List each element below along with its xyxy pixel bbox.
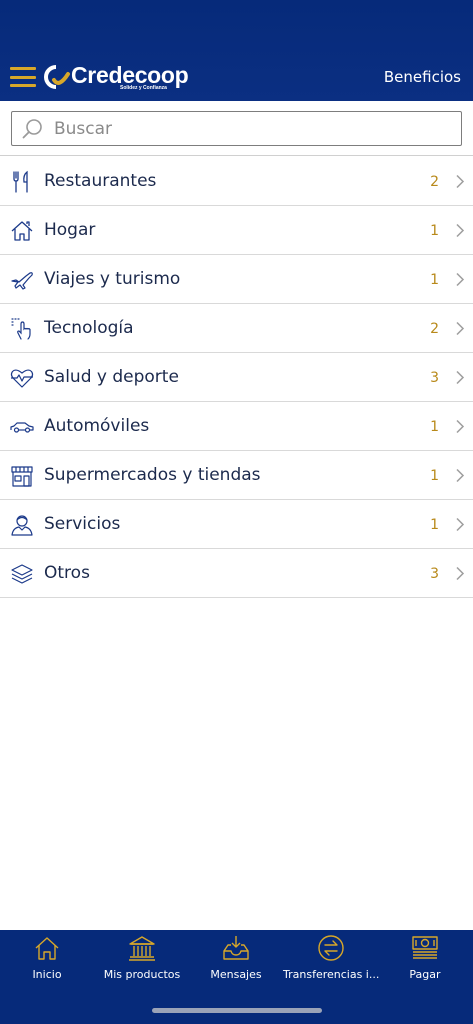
chevron-right-icon [456, 566, 465, 581]
list-item-count: 1 [430, 272, 439, 288]
tab-label: Transferencias i... [283, 968, 380, 981]
storefront-icon [11, 466, 33, 487]
cash-payment-icon [412, 936, 438, 959]
list-item-label: Salud y deporte [44, 367, 179, 387]
list-item-count: 1 [430, 419, 439, 435]
tab-inicio[interactable]: Inicio [22, 934, 72, 986]
list-item-label: Viajes y turismo [44, 269, 181, 289]
home-indicator[interactable] [152, 1008, 322, 1013]
search-input[interactable] [54, 116, 449, 141]
airplane-icon [11, 272, 33, 290]
list-item-count: 2 [430, 321, 439, 337]
chevron-right-icon [456, 321, 465, 336]
chevron-right-icon [456, 223, 465, 238]
search-icon [22, 119, 42, 139]
list-item-tecnologia[interactable]: Tecnología 2 [0, 304, 473, 353]
list-item-supermercados[interactable]: Supermercados y tiendas 1 [0, 451, 473, 500]
bank-icon [129, 936, 155, 961]
chevron-right-icon [456, 174, 465, 189]
chevron-right-icon [456, 370, 465, 385]
tab-label: Mensajes [210, 968, 262, 981]
list-item-automoviles[interactable]: Automóviles 1 [0, 402, 473, 451]
list-item-label: Automóviles [44, 416, 150, 436]
list-item-label: Tecnología [44, 318, 134, 338]
list-item-label: Servicios [44, 514, 121, 534]
house-icon [11, 221, 33, 241]
touch-hand-icon [11, 318, 31, 340]
search-box[interactable] [11, 111, 462, 146]
tab-label: Inicio [32, 968, 62, 981]
list-item-label: Hogar [44, 220, 96, 240]
credecoop-logo: Credecoop Solidez y Confianza [41, 62, 191, 94]
list-item-count: 3 [430, 370, 439, 386]
transfer-arrows-icon [318, 935, 344, 961]
home-icon [35, 937, 59, 960]
tab-label: Pagar [409, 968, 441, 981]
search-bar [0, 101, 473, 156]
tab-label: Mis productos [103, 968, 181, 981]
heart-pulse-icon [10, 369, 34, 388]
list-item-servicios[interactable]: Servicios 1 [0, 500, 473, 549]
list-item-viajes[interactable]: Viajes y turismo 1 [0, 255, 473, 304]
app-header: Credecoop Solidez y Confianza Beneficios [0, 0, 473, 101]
list-item-label: Otros [44, 563, 90, 583]
tab-pagar[interactable]: Pagar [404, 934, 446, 986]
list-item-count: 2 [430, 174, 439, 190]
list-item-count: 1 [430, 223, 439, 239]
chevron-right-icon [456, 517, 465, 532]
chevron-right-icon [456, 468, 465, 483]
list-item-count: 1 [430, 517, 439, 533]
list-item-count: 1 [430, 468, 439, 484]
category-list: Restaurantes 2 Hogar 1 Viajes y turismo … [0, 157, 473, 598]
list-item-label: Restaurantes [44, 171, 157, 191]
list-item-salud[interactable]: Salud y deporte 3 [0, 353, 473, 402]
list-item-label: Supermercados y tiendas [44, 465, 261, 485]
fork-knife-icon [13, 170, 28, 193]
car-icon [10, 422, 34, 433]
chevron-right-icon [456, 419, 465, 434]
brand-tagline: Solidez y Confianza [120, 85, 167, 91]
hamburger-menu-icon[interactable] [10, 67, 36, 87]
list-item-restaurantes[interactable]: Restaurantes 2 [0, 157, 473, 206]
tab-mis-productos[interactable]: Mis productos [102, 934, 182, 986]
inbox-icon [223, 936, 249, 960]
logo-mark-icon [44, 65, 70, 89]
tab-transferencias[interactable]: Transferencias i... [283, 934, 379, 986]
layers-icon [11, 564, 33, 584]
list-item-hogar[interactable]: Hogar 1 [0, 206, 473, 255]
person-service-icon [11, 515, 33, 536]
tab-mensajes[interactable]: Mensajes [209, 934, 263, 986]
page-title: Beneficios [383, 68, 461, 86]
list-item-count: 3 [430, 566, 439, 582]
list-item-otros[interactable]: Otros 3 [0, 549, 473, 598]
chevron-right-icon [456, 272, 465, 287]
